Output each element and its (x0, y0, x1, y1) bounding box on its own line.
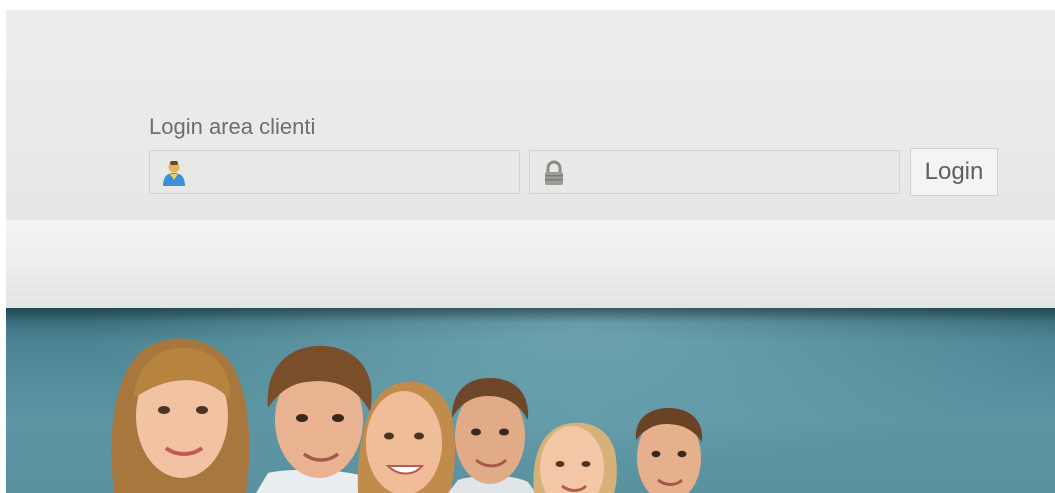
username-field[interactable] (149, 150, 520, 194)
page: Login area clienti Login (0, 0, 1055, 493)
person-3 (357, 381, 456, 493)
username-input[interactable] (194, 151, 511, 193)
password-field[interactable] (529, 150, 900, 194)
user-icon (163, 161, 185, 186)
login-button[interactable]: Login (910, 148, 998, 196)
header: Login area clienti Login (6, 10, 1055, 220)
divider-band (6, 220, 1055, 308)
hero-banner (6, 308, 1055, 493)
team-photo (111, 338, 703, 493)
person-6 (635, 408, 703, 493)
person-5 (533, 422, 617, 493)
lock-icon (545, 160, 563, 185)
person-4 (448, 378, 536, 493)
login-area-title: Login area clienti (149, 114, 316, 139)
person-1 (111, 338, 250, 493)
password-input[interactable] (574, 151, 891, 193)
